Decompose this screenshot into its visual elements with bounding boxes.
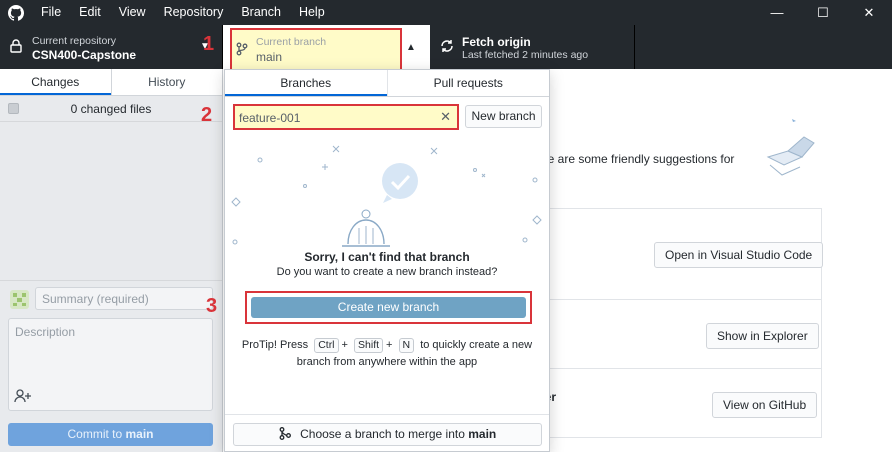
branch-icon [236,42,248,59]
view-on-github-button[interactable]: View on GitHub [712,392,818,418]
commit-button-branch: main [125,427,154,441]
commit-button-prefix: Commit to [67,427,126,441]
maximize-icon[interactable]: ☐ [800,0,846,25]
merge-into-button[interactable]: Choose a branch to merge into main [233,423,542,446]
tab-pull-requests[interactable]: Pull requests [386,70,550,96]
protip-text: ProTip! Press Ctrl + Shift + N to quickly … [225,337,549,371]
current-branch-name: main [256,50,283,64]
current-branch-highlight[interactable]: Current branch main [230,28,402,71]
fetch-origin-button[interactable]: Fetch origin Last fetched 2 minutes ago [430,25,635,69]
menu-file[interactable]: File [32,0,70,25]
suggestion-card-browser: ser View on GitHub [532,368,822,438]
suggestion-card-explorer: Show in Explorer [532,299,822,369]
merge-label: Choose a branch to merge into [300,427,469,441]
menu-edit[interactable]: Edit [70,0,110,25]
close-icon[interactable]: ✕ [846,0,892,25]
create-branch-highlight: Create new branch [245,291,532,324]
suggestion-card-editor: Open in Visual Studio Code [532,208,824,300]
branch-filter-field[interactable]: ✕ [233,104,459,130]
changed-files-header: 0 changed files [0,96,222,122]
last-fetched-text: Last fetched 2 minutes ago [462,49,589,61]
create-new-branch-button[interactable]: Create new branch [251,297,526,318]
menu-branch[interactable]: Branch [232,0,290,25]
clear-icon[interactable]: ✕ [440,109,451,125]
branch-dropdown: Branches Pull requests ✕ New branch [224,69,550,452]
minimize-icon[interactable]: — [754,0,800,25]
new-branch-button[interactable]: New branch [465,105,542,128]
tab-history[interactable]: History [110,69,223,95]
show-in-explorer-button[interactable]: Show in Explorer [706,323,819,349]
annotation-number-1: 1 [203,33,215,55]
protip-lead: ProTip! Press [241,339,309,351]
key-ctrl: Ctrl [314,338,339,353]
annotation-number-3: 3 [206,295,218,317]
toolbar: Current repository CSN400-Capstone ▼ ▲ F… [0,25,892,69]
add-coauthor-icon[interactable] [14,389,32,406]
key-n: N [398,338,415,353]
current-repository-label: Current repository [32,35,117,47]
no-branch-found-title: Sorry, I can't find that branch [304,250,470,264]
avatar-icon [10,290,29,309]
merge-branch-name: main [468,427,497,441]
sync-icon [440,39,454,56]
menu-help[interactable]: Help [290,0,334,25]
caret-up-icon: ▲ [406,42,416,53]
description-textarea[interactable]: Description [8,318,213,411]
changed-files-count: 0 changed files [70,102,152,116]
current-branch-label: Current branch [256,36,327,48]
menu-view[interactable]: View [110,0,155,25]
current-repository-name: CSN400-Capstone [32,48,137,62]
branch-filter-input[interactable] [239,109,437,126]
plus-sign: + [386,339,393,351]
lock-icon [10,39,22,56]
bell-illustration-icon [231,145,542,247]
window-controls: — ☐ ✕ [754,0,892,25]
no-branch-found-subtitle: Do you want to create a new branch inste… [276,266,498,278]
key-shift: Shift [354,338,384,353]
annotation-number-2: 2 [201,104,213,126]
protip-tail: branch from anywhere within the app [296,356,478,368]
commit-button[interactable]: Commit to main [8,423,213,446]
menu-repository[interactable]: Repository [155,0,233,25]
open-in-editor-button[interactable]: Open in Visual Studio Code [654,242,824,268]
tab-branches[interactable]: Branches [225,70,387,96]
changes-sidebar: Changes History 0 changed files Summary … [0,69,223,452]
suggestions-text: ere are some friendly suggestions for [537,152,735,166]
branch-dropdown-tabs: Branches Pull requests [225,70,549,97]
suggestions-illustration-icon [766,119,815,176]
commit-form: Summary (required) Description Commit to… [0,280,222,452]
plus-sign: + [341,339,348,351]
github-logo-icon [0,0,32,25]
sidebar-tabs: Changes History [0,69,222,96]
merge-icon [279,427,300,441]
fetch-origin-label: Fetch origin [462,35,531,49]
title-bar: File Edit View Repository Branch Help — … [0,0,892,25]
tab-changes[interactable]: Changes [0,69,111,95]
current-repository-button[interactable]: Current repository CSN400-Capstone ▼ [0,25,223,69]
footer-divider [225,414,549,415]
summary-input[interactable]: Summary (required) [35,287,213,310]
protip-middle: to quickly create a new [420,339,533,351]
description-placeholder: Description [15,325,76,339]
